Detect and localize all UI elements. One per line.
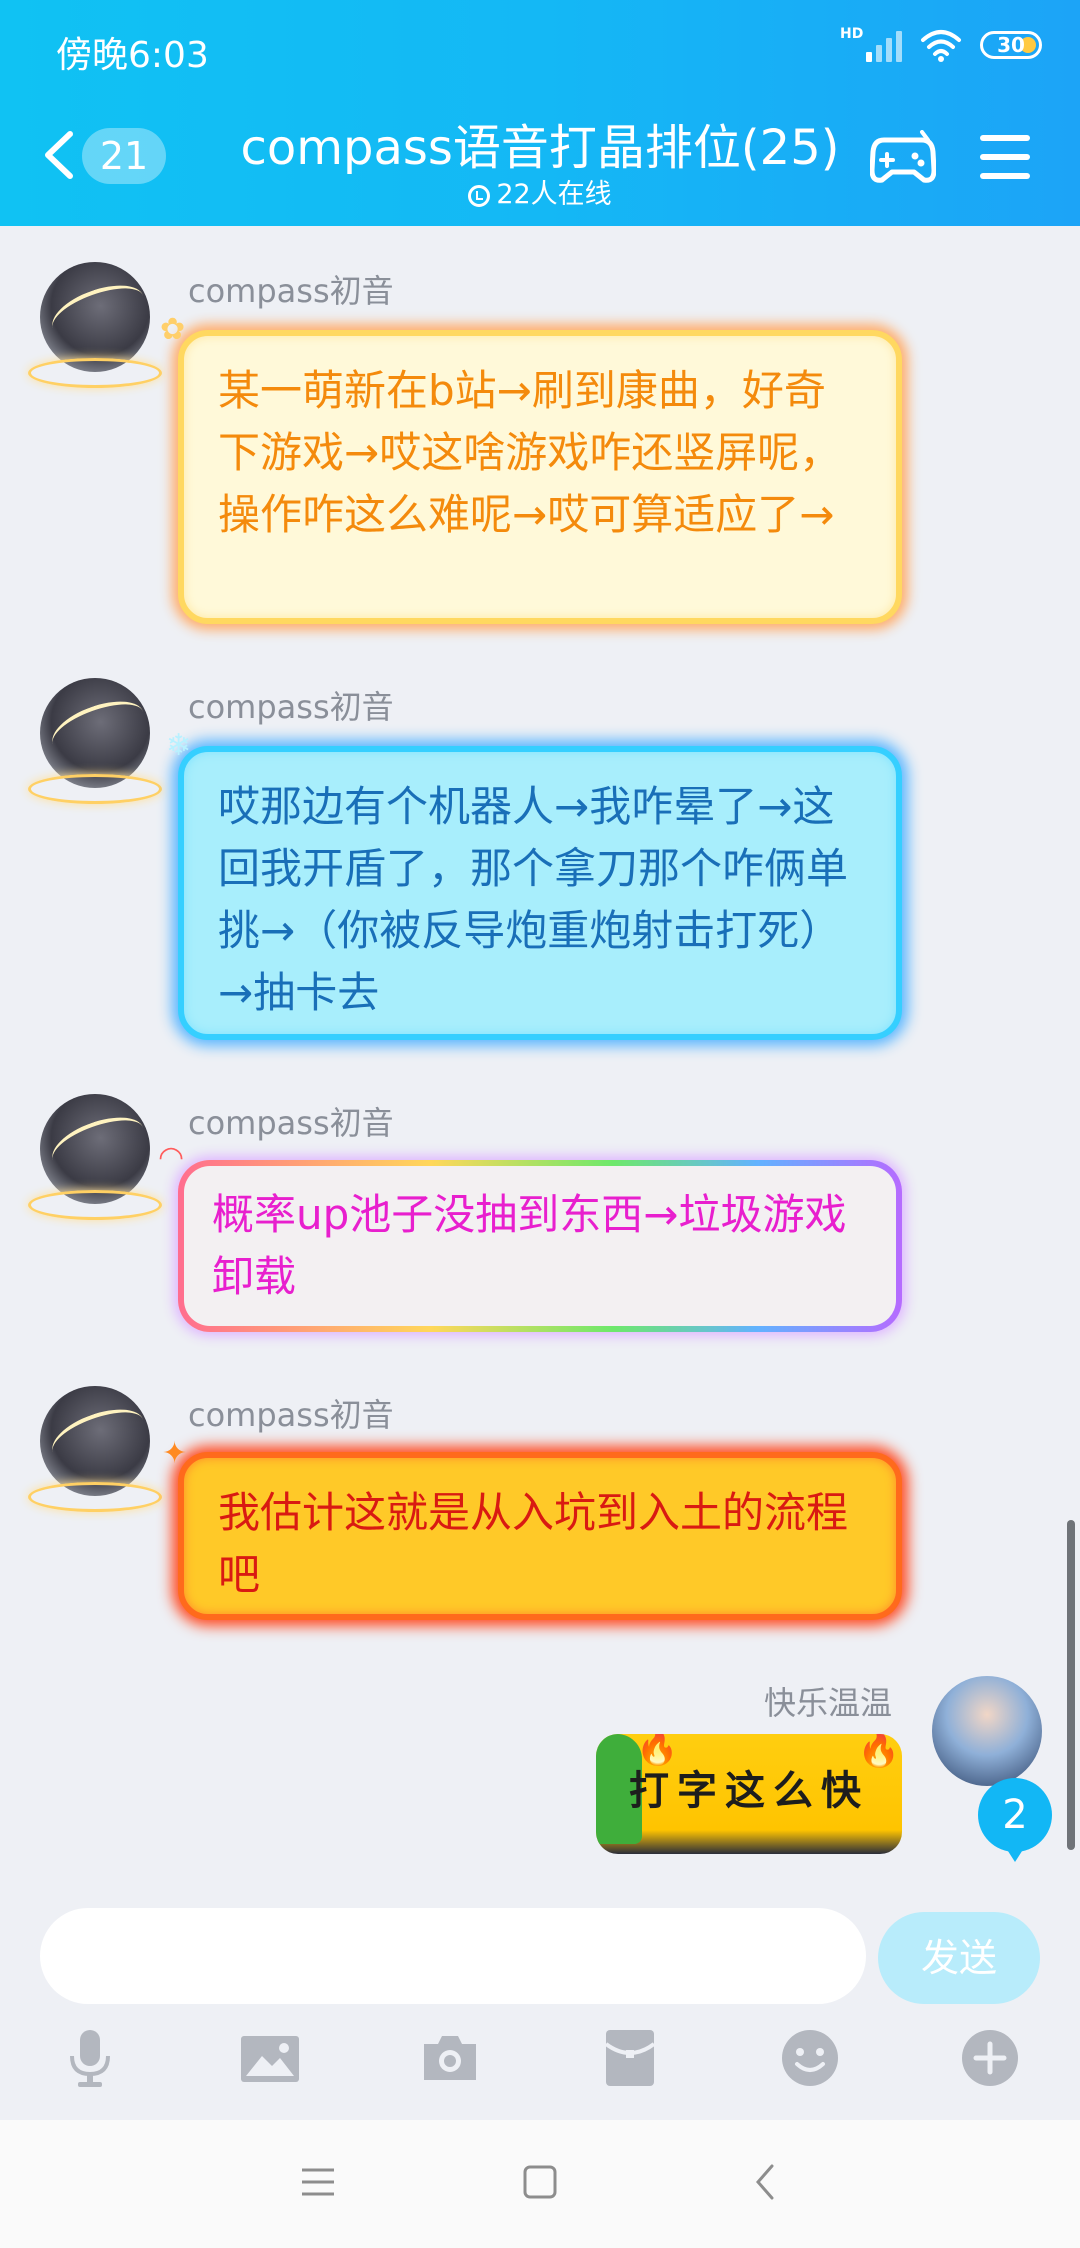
butterfly-decoration-icon: ✿ [160,312,186,347]
send-button[interactable]: 发送 [878,1912,1040,2004]
rainbow-decoration-icon: ◠ [158,1140,185,1175]
chat-header: 傍晚6:03 HD 30 21 compass语音打晶排位(25) 22人在线 [0,0,1080,226]
home-icon[interactable] [520,2162,560,2202]
message-bubble[interactable]: 某一萌新在b站→刷到康曲，好奇下游戏→哎这啥游戏咋还竖屏呢，操作咋这么难呢→哎可… [178,330,902,624]
back-icon[interactable] [746,2162,786,2202]
signal-icon: HD [840,26,902,62]
wifi-icon [921,30,961,62]
online-status-icon [468,185,491,207]
recents-icon[interactable] [298,2162,338,2202]
avatar[interactable] [28,1386,162,1512]
hd-label: HD [840,26,864,42]
avatar[interactable] [28,1094,162,1220]
battery-icon: 30 [980,31,1042,59]
sender-name: compass初音 [188,1396,394,1434]
sticker-text: 打字这么快 [629,1767,869,1814]
red-packet-icon[interactable] [600,2028,660,2088]
message-bubble[interactable]: 哎那边有个机器人→我咋晕了→这回我开盾了，那个拿刀那个咋俩单挑→（你被反导炮重炮… [178,746,902,1040]
flame-decoration-icon: ✦ [162,1436,188,1471]
new-message-badge[interactable]: 2 [978,1778,1052,1862]
plus-icon[interactable] [960,2028,1020,2088]
avatar[interactable] [28,678,162,804]
sender-name: compass初音 [188,1104,394,1142]
sender-name: compass初音 [188,272,394,310]
system-nav-bar [0,2120,1080,2248]
online-count-label: 22人在线 [496,179,612,210]
battery-level: 30 [997,33,1025,57]
scrollbar[interactable] [1067,1520,1075,1850]
input-bar: 发送 [0,1888,1080,2120]
sticker-message[interactable]: 🔥 🔥 打字这么快 [596,1734,902,1854]
status-icons: HD 30 [840,26,1042,62]
message-text: 概率up池子没抽到东西→垃圾游戏卸载 [184,1166,896,1326]
camera-icon[interactable] [420,2028,480,2088]
message-bubble[interactable]: 概率up池子没抽到东西→垃圾游戏卸载 [178,1160,902,1332]
microphone-icon[interactable] [60,2028,120,2088]
snowflake-decoration-icon: ❄ [166,728,192,763]
my-name: 快乐温温 [763,1684,892,1722]
emoji-icon[interactable] [780,2028,840,2088]
sender-name: compass初音 [188,688,394,726]
avatar[interactable] [28,262,162,388]
message-input[interactable] [40,1908,866,2004]
message-bubble[interactable]: 我估计这就是从入坑到入土的流程吧 [178,1452,902,1620]
status-time: 傍晚6:03 [56,35,209,76]
my-avatar[interactable] [932,1676,1042,1786]
menu-icon[interactable] [980,135,1030,179]
gamepad-icon[interactable] [870,130,936,186]
image-icon[interactable] [240,2028,300,2088]
